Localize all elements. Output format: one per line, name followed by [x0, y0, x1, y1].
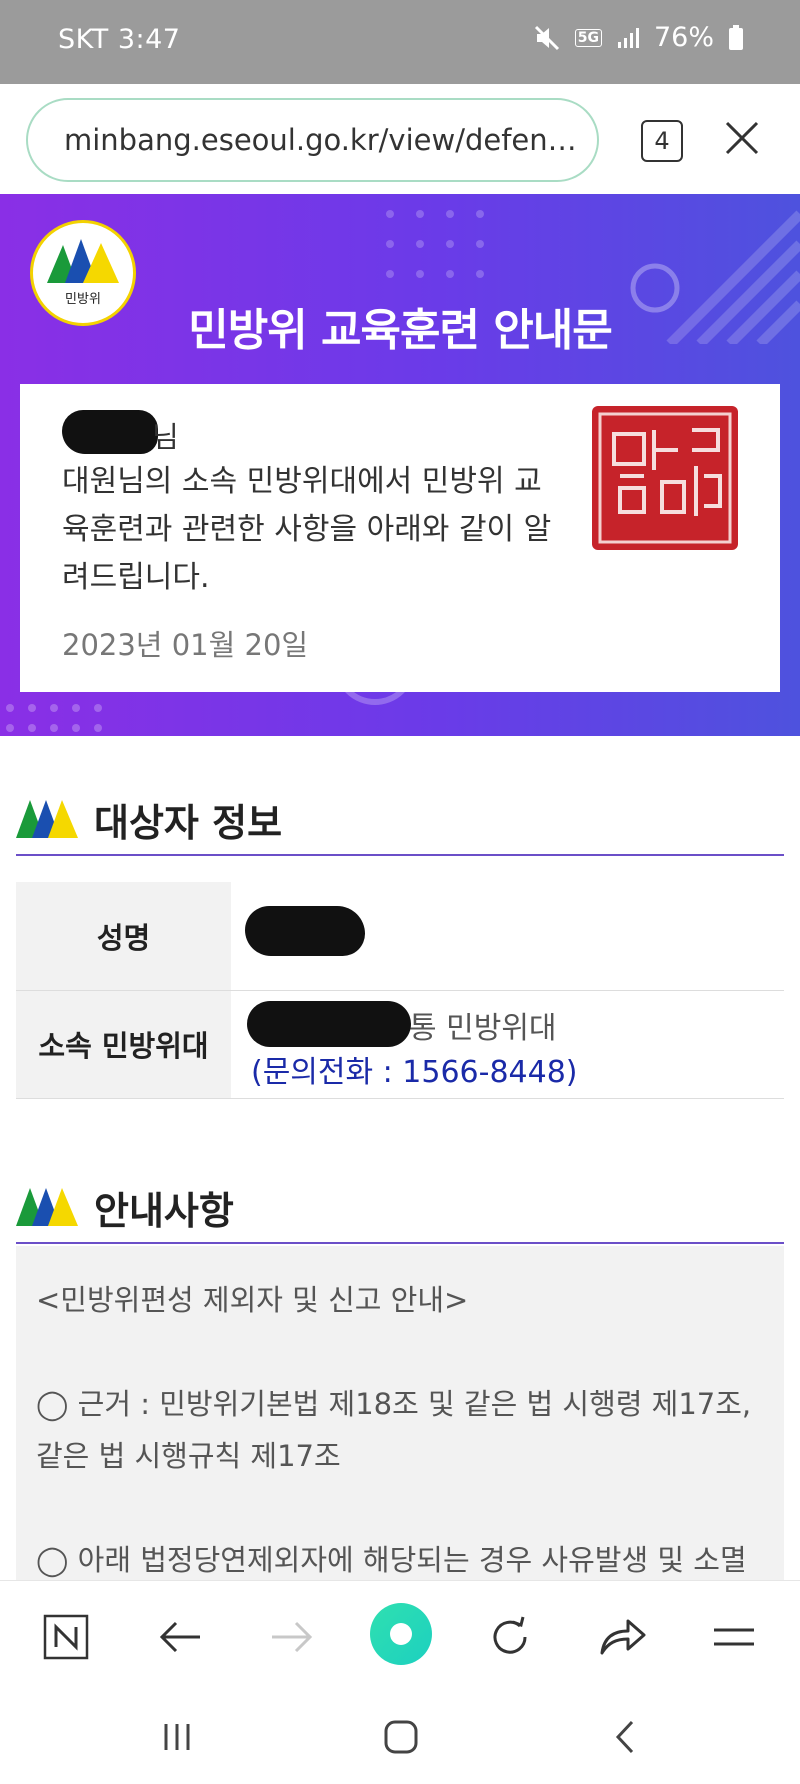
system-back-icon[interactable] [612, 1718, 638, 1760]
notice-card: 님 대원님의 소속 민방위대에서 민방위 교육훈련과 관련한 사항을 아래와 같… [20, 384, 780, 692]
address-bar-row: minbang.eseoul.go.kr/view/defens... 4 [0, 84, 800, 194]
battery-icon [728, 24, 744, 51]
table-row: 소속 민방위대 통 민방위대 (문의전화 : 1566-8448) [16, 990, 784, 1099]
inquiry-phone[interactable]: (문의전화 : 1566-8448) [251, 1047, 578, 1091]
guide-line: ◯ 근거 : 민방위기본법 제18조 및 같은 법 시행령 제17조, 같은 법… [36, 1387, 752, 1473]
back-icon[interactable] [150, 1607, 210, 1667]
notice-date: 2023년 01월 20일 [62, 628, 309, 662]
carrier-time: SKT 3:47 [58, 24, 181, 55]
name-suffix: 님 [152, 420, 179, 454]
target-info-title: 대상자 정보 [94, 801, 283, 845]
target-info-header: 대상자 정보 [16, 776, 784, 856]
notice-body: 대원님의 소속 민방위대에서 민방위 교육훈련과 관련한 사항을 아래와 같이 … [62, 464, 552, 595]
system-nav-bar [0, 1690, 800, 1784]
network-label: 5G [574, 28, 602, 47]
tab-count-button[interactable]: 4 [641, 120, 683, 162]
share-icon[interactable] [592, 1607, 652, 1667]
header-banner: 민방위 민방위 교육훈련 안내문 님 대원님의 소속 민방위대에서 민방위 교육… [0, 194, 800, 736]
guide-line: <민방위편성 제외자 및 신고 안내> [36, 1283, 469, 1317]
unit-value: 통 민방위대 (문의전화 : 1566-8448) [231, 990, 784, 1099]
status-bar: SKT 3:47 5G 76% [0, 0, 800, 84]
status-icons: 5G 76% [533, 22, 744, 53]
mute-icon [533, 24, 561, 52]
redacted-name-value [245, 906, 365, 956]
official-seal-icon [592, 406, 738, 550]
system-home-icon[interactable] [382, 1718, 420, 1760]
table-row: 성명 [16, 882, 784, 991]
close-icon[interactable] [724, 120, 760, 156]
recent-apps-icon[interactable] [160, 1720, 194, 1758]
guide-content: <민방위편성 제외자 및 신고 안내> ◯ 근거 : 민방위기본법 제18조 및… [16, 1246, 784, 1580]
redacted-unit [247, 1000, 411, 1047]
url-input[interactable]: minbang.eseoul.go.kr/view/defens... [26, 98, 599, 182]
unit-suffix: 통 민방위대 [409, 1010, 557, 1046]
dot-row-decoration [6, 704, 102, 732]
reload-icon[interactable] [480, 1607, 540, 1667]
unit-label: 소속 민방위대 [16, 990, 231, 1099]
section-mountain-icon [16, 1188, 78, 1226]
redacted-name [62, 410, 158, 454]
name-value [231, 882, 784, 991]
forward-icon[interactable] [262, 1607, 322, 1667]
name-label: 성명 [16, 882, 231, 991]
menu-icon[interactable] [704, 1607, 764, 1667]
battery-label: 76% [653, 22, 714, 53]
signal-icon [616, 26, 640, 50]
guide-title: 안내사항 [94, 1189, 234, 1233]
target-info-table: 성명 소속 민방위대 통 민방위대 (문의전화 : 1566-8448) [16, 882, 784, 1099]
naver-icon[interactable] [36, 1607, 96, 1667]
home-icon[interactable] [370, 1603, 432, 1665]
browser-toolbar [0, 1580, 800, 1690]
section-mountain-icon [16, 800, 78, 838]
guide-line: ◯ 아래 법정당연제외자에 해당되는 경우 사유발생 및 소멸 [36, 1543, 747, 1577]
page-title: 민방위 교육훈련 안내문 [188, 305, 612, 356]
url-text: minbang.eseoul.go.kr/view/defens... [64, 123, 577, 157]
guide-header: 안내사항 [16, 1164, 784, 1244]
